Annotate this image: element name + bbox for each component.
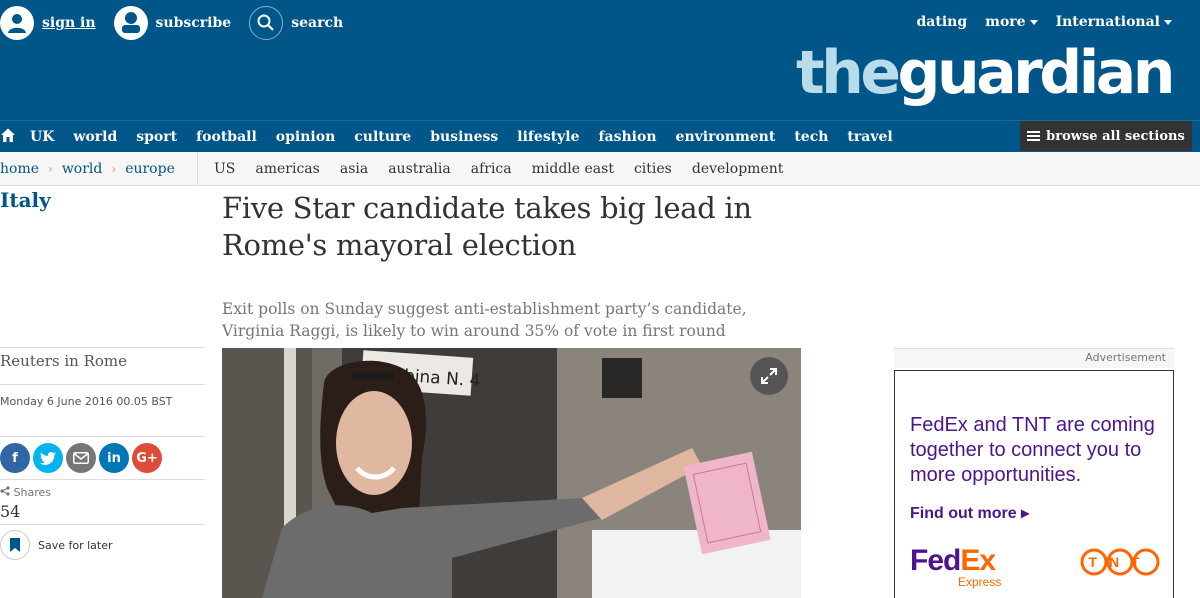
nav-item-culture[interactable]: culture	[354, 129, 411, 145]
sub-nav: home › world › europe US americas asia a…	[0, 152, 1200, 186]
dating-link[interactable]: dating	[917, 14, 968, 30]
breadcrumb: home › world › europe	[0, 152, 198, 186]
subnav-cities[interactable]: cities	[634, 161, 672, 177]
search-icon[interactable]	[249, 6, 284, 40]
fedex-fed: Fed	[910, 544, 961, 577]
subnav-asia[interactable]: asia	[340, 161, 368, 177]
article-main-image: Cabina N. 4	[222, 348, 801, 598]
share-icon	[0, 486, 10, 496]
browse-all-sections-button[interactable]: browse all sections	[1020, 121, 1192, 151]
nav-item-uk[interactable]: UK	[30, 129, 54, 145]
google-plus-icon[interactable]: G+	[132, 443, 162, 473]
advertisement[interactable]: FedEx and TNT are coming together to con…	[894, 370, 1174, 598]
guardian-logo[interactable]: theguardian	[795, 38, 1176, 108]
breadcrumb-home[interactable]: home	[0, 161, 39, 177]
chevron-down-icon	[1029, 19, 1038, 25]
sign-in-link[interactable]: sign in	[42, 15, 96, 31]
subscribe-icon[interactable]	[113, 6, 148, 40]
chevron-right-icon: ›	[111, 162, 117, 176]
subnav-africa[interactable]: africa	[471, 161, 512, 177]
section-nav-items: UK world sport football opinion culture …	[0, 121, 912, 153]
logo-the: the	[795, 38, 901, 108]
expand-icon	[761, 368, 777, 384]
more-menu[interactable]: more	[985, 14, 1038, 30]
nav-item-sport[interactable]: sport	[136, 129, 177, 145]
subnav-items: US americas asia australia africa middle…	[214, 152, 783, 186]
tnt-text: TNT	[1088, 554, 1151, 570]
bookmark-icon	[0, 530, 30, 560]
breadcrumb-europe[interactable]: europe	[125, 161, 175, 177]
advertisement-label: Advertisement	[1085, 351, 1166, 364]
nav-item-business[interactable]: business	[430, 129, 498, 145]
edition-label: International	[1055, 14, 1160, 30]
save-for-later-button[interactable]: Save for later	[0, 530, 113, 560]
shares-label: Shares	[0, 486, 51, 499]
home-icon[interactable]	[0, 127, 16, 147]
divider	[0, 347, 205, 348]
shares-count: 54	[0, 502, 21, 521]
top-right-links: dating more International	[917, 14, 1172, 30]
subnav-australia[interactable]: australia	[388, 161, 451, 177]
fedex-logo: FedEx	[910, 544, 996, 578]
nav-item-environment[interactable]: environment	[676, 129, 776, 145]
nav-item-lifestyle[interactable]: lifestyle	[517, 129, 579, 145]
nav-item-opinion[interactable]: opinion	[276, 129, 335, 145]
divider	[0, 436, 205, 437]
subnav-development[interactable]: development	[692, 161, 784, 177]
facebook-icon[interactable]: f	[0, 443, 30, 473]
top-links: sign in subscribe search	[0, 6, 361, 40]
shares-label-text: Shares	[13, 486, 51, 499]
share-buttons: f in G+	[0, 443, 162, 473]
article-standfirst: Exit polls on Sunday suggest anti-establ…	[222, 300, 747, 340]
divider	[0, 384, 205, 385]
email-icon[interactable]	[66, 443, 96, 473]
tnt-logo: TNT	[1080, 548, 1160, 576]
masthead: sign in subscribe search dating more Int…	[0, 0, 1200, 120]
chevron-right-icon: ›	[48, 162, 53, 176]
twitter-icon[interactable]	[33, 443, 63, 473]
ad-label-bar: Advertisement	[894, 348, 1174, 368]
expand-image-button[interactable]	[750, 357, 788, 395]
menu-icon	[1027, 131, 1041, 141]
more-label: more	[985, 14, 1026, 30]
ad-find-out-more-link[interactable]: Find out more ▸	[910, 503, 1029, 523]
fedex-ex: Ex	[960, 544, 996, 577]
divider	[0, 524, 205, 525]
chevron-down-icon	[1164, 19, 1172, 25]
article-headline: Five Star candidate takes big lead in Ro…	[222, 191, 752, 262]
byline: Reuters in Rome	[0, 352, 128, 370]
nav-item-travel[interactable]: travel	[847, 129, 892, 145]
subnav-us[interactable]: US	[214, 161, 235, 177]
nav-item-football[interactable]: football	[196, 129, 257, 145]
subscribe-link[interactable]: subscribe	[156, 15, 232, 31]
subnav-middle-east[interactable]: middle east	[532, 161, 614, 177]
search-link[interactable]: search	[291, 15, 343, 31]
divider	[0, 479, 205, 480]
user-icon[interactable]	[0, 6, 34, 40]
nav-item-tech[interactable]: tech	[794, 129, 828, 145]
browse-label: browse all sections	[1046, 128, 1185, 144]
fedex-express: Express	[958, 575, 1002, 589]
breadcrumb-world[interactable]: world	[62, 161, 103, 177]
ad-copy: FedEx and TNT are coming together to con…	[910, 414, 1155, 486]
logo-guardian: guardian	[897, 38, 1176, 108]
subnav-americas[interactable]: americas	[255, 161, 319, 177]
nav-item-world[interactable]: world	[73, 129, 117, 145]
publish-date: Monday 6 June 2016 00.05 BST	[0, 395, 173, 408]
section-nav: UK world sport football opinion culture …	[0, 120, 1200, 152]
section-kicker[interactable]: Italy	[0, 188, 51, 212]
nav-item-fashion[interactable]: fashion	[599, 129, 657, 145]
edition-menu[interactable]: International	[1056, 14, 1172, 30]
save-for-later-label: Save for later	[38, 538, 113, 552]
linkedin-icon[interactable]: in	[99, 443, 129, 473]
